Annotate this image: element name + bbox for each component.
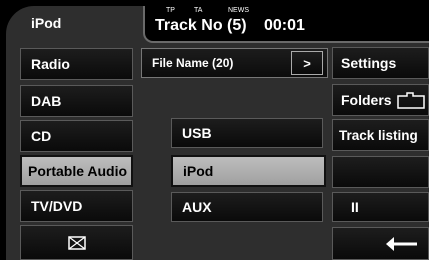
envelope-icon [67,235,86,250]
tp-indicator: TP [166,7,175,14]
source-aux[interactable]: AUX [171,192,323,222]
settings-button[interactable]: Settings [332,47,429,79]
source-ipod[interactable]: iPod [171,155,326,187]
menu-item-dab[interactable]: DAB [20,85,133,117]
track-listing-label: Track listing [339,127,418,143]
folders-button[interactable]: Folders [332,84,429,116]
menu-item-cd[interactable]: CD [20,120,133,152]
screen: iPod TP TA NEWS Track No (5) 00:01 Radio… [0,0,429,260]
menu-item-radio[interactable]: Radio [20,48,133,80]
source-usb[interactable]: USB [171,118,323,148]
source-label: AUX [182,199,212,215]
menu-item-portable-audio[interactable]: Portable Audio [20,155,133,187]
arrow-label: > [303,55,311,71]
connector [133,118,171,148]
next-arrow-button[interactable]: > [291,51,323,75]
pause-button[interactable]: II [332,192,429,222]
news-indicator: NEWS [228,7,249,14]
menu-item-tv-dvd[interactable]: TV/DVD [20,190,133,222]
source-label: USB [182,125,212,141]
menu-item-label: TV/DVD [31,198,83,214]
pause-label: II [351,199,359,215]
track-number: Track No (5) [155,17,247,34]
source-title: iPod [31,15,62,31]
file-name-label: File Name (20) [152,56,234,70]
track-listing-button[interactable]: Track listing [332,119,429,151]
clock: 00:01 [264,17,305,34]
source-label: iPod [183,163,214,179]
back-button[interactable] [332,227,429,260]
empty-right-slot [332,156,429,188]
settings-label: Settings [341,55,397,71]
menu-item-label: DAB [31,93,62,109]
menu-item-label: Radio [31,56,70,72]
folder-icon [396,92,425,109]
ta-indicator: TA [194,7,203,14]
menu-item-label: CD [31,128,52,144]
menu-item-label: Portable Audio [28,163,128,179]
mail-button[interactable] [20,225,133,260]
folders-label: Folders [341,92,392,108]
return-arrow-icon [386,236,417,251]
